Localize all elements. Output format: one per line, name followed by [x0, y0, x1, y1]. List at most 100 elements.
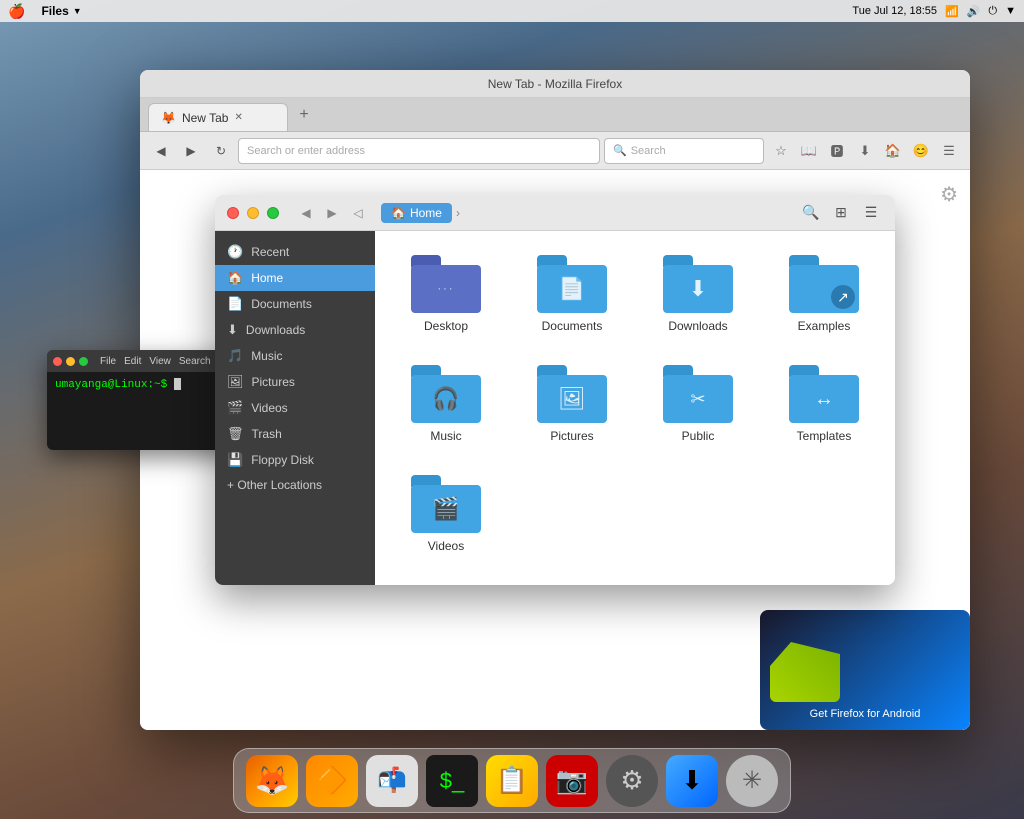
sidebar-item-documents[interactable]: 📄 Documents: [215, 291, 375, 317]
browser-tab-bar: 🦊 New Tab ✕ +: [140, 98, 970, 132]
browser-toolbar-icons: ☆ 📖 🅿 ⬇ 🏠 😊 ☰: [768, 138, 962, 164]
folder-item-templates[interactable]: ↔ Templates: [769, 357, 879, 451]
term-menu-search[interactable]: Search: [179, 356, 211, 367]
search-bar[interactable]: 🔍 Search: [604, 138, 764, 164]
firefox-android-banner[interactable]: Get Firefox for Android: [760, 610, 970, 730]
folder-item-desktop[interactable]: ··· Desktop: [391, 247, 501, 341]
browser-toolbar: ◀ ▶ ↻ Search or enter address 🔍 Search ☆…: [140, 132, 970, 170]
folder-item-music[interactable]: 🎧 Music: [391, 357, 501, 451]
power-icon[interactable]: ⏻: [988, 5, 997, 18]
public-icon-symbol: ✂: [690, 389, 705, 410]
pictures-sidebar-icon: 🖼: [227, 374, 244, 390]
fm-breadcrumb-arrow: ›: [456, 206, 460, 220]
downloads-folder-label: Downloads: [668, 319, 727, 333]
folder-item-downloads[interactable]: ⬇ Downloads: [643, 247, 753, 341]
terminal-cursor: [174, 378, 181, 390]
folder-item-public[interactable]: ✂ Public: [643, 357, 753, 451]
menu-icon[interactable]: ☰: [936, 138, 962, 164]
desktop-icon-symbol: ···: [438, 283, 455, 295]
floppy-sidebar-icon: 💾: [227, 452, 243, 468]
sidebar-item-trash[interactable]: 🗑 Trash: [215, 421, 375, 447]
term-menu-file[interactable]: File: [100, 356, 116, 367]
tab-close-button[interactable]: ✕: [234, 112, 242, 123]
term-menu-edit[interactable]: Edit: [124, 356, 141, 367]
dock-terminal[interactable]: $_: [426, 755, 478, 807]
new-tab-button[interactable]: +: [292, 103, 316, 127]
volume-icon[interactable]: 🔊: [967, 5, 981, 18]
sidebar-item-floppy[interactable]: 💾 Floppy Disk: [215, 447, 375, 473]
documents-icon-symbol: 📄: [558, 276, 585, 302]
dock-notes[interactable]: 📋: [486, 755, 538, 807]
home-icon[interactable]: 🏠: [880, 138, 906, 164]
apple-menu-icon[interactable]: 🍎: [8, 3, 25, 20]
sidebar-item-recent[interactable]: 🕐 Recent: [215, 239, 375, 265]
maximize-button[interactable]: [267, 207, 279, 219]
templates-folder-icon: ↔: [789, 365, 859, 423]
folder-item-pictures[interactable]: 🖼 Pictures: [517, 357, 627, 451]
dock-system[interactable]: ✳: [726, 755, 778, 807]
vlc-dock-icon: 🔶: [316, 765, 348, 796]
dock-appstore[interactable]: ⬇: [666, 755, 718, 807]
browser-tab-new-tab[interactable]: 🦊 New Tab ✕: [148, 103, 288, 131]
documents-folder-label: Documents: [542, 319, 603, 333]
files-dock-icon: 📬: [377, 766, 407, 795]
address-placeholder: Search or enter address: [247, 145, 365, 157]
templates-folder-label: Templates: [797, 429, 852, 443]
reader-icon[interactable]: 📖: [796, 138, 822, 164]
folder-item-examples[interactable]: ↗ Examples: [769, 247, 879, 341]
dock-settings[interactable]: ⚙: [606, 755, 658, 807]
back-button[interactable]: ◀: [148, 138, 174, 164]
firefox-android-label: Get Firefox for Android: [810, 708, 921, 720]
sidebar-item-downloads[interactable]: ⬇ Downloads: [215, 317, 375, 343]
minimize-button[interactable]: [247, 207, 259, 219]
videos-icon-symbol: 🎬: [432, 496, 459, 522]
dock-files[interactable]: 📬: [366, 755, 418, 807]
dock-firefox[interactable]: 🦊: [246, 755, 298, 807]
desktop-folder-icon: ···: [411, 255, 481, 313]
fm-bookmark-back[interactable]: ◁: [347, 202, 369, 224]
fm-nav-buttons: ◀ ▶ ◁: [295, 202, 369, 224]
dock-screenshot[interactable]: 📷: [546, 755, 598, 807]
recent-icon: 🕐: [227, 244, 243, 260]
dock-vlc[interactable]: 🔶: [306, 755, 358, 807]
pocket-icon[interactable]: 🅿: [824, 138, 850, 164]
fm-home-button[interactable]: 🏠 Home: [381, 203, 452, 223]
fm-sidebar: 🕐 Recent 🏠 Home 📄 Documents ⬇ Downloads …: [215, 231, 375, 585]
appstore-dock-icon: ⬇: [681, 765, 703, 796]
browser-settings-icon[interactable]: ⚙: [940, 182, 958, 207]
reload-button[interactable]: ↻: [208, 138, 234, 164]
music-folder-icon: 🎧: [411, 365, 481, 423]
download-icon[interactable]: ⬇: [852, 138, 878, 164]
fm-search-icon[interactable]: 🔍: [799, 201, 823, 225]
terminal-dock-icon: $_: [440, 768, 464, 794]
desktop-folder-label: Desktop: [424, 319, 468, 333]
term-minimize-button[interactable]: [66, 357, 75, 366]
bookmark-icon[interactable]: ☆: [768, 138, 794, 164]
term-close-button[interactable]: [53, 357, 62, 366]
term-menu-view[interactable]: View: [149, 356, 171, 367]
app-name[interactable]: Files ▼: [41, 4, 81, 18]
fm-view-toggle-icon[interactable]: ⊞: [829, 201, 853, 225]
sidebar-item-home[interactable]: 🏠 Home: [215, 265, 375, 291]
forward-button[interactable]: ▶: [178, 138, 204, 164]
fm-toolbar-right: 🔍 ⊞ ☰: [799, 201, 883, 225]
address-bar[interactable]: Search or enter address: [238, 138, 600, 164]
term-maximize-button[interactable]: [79, 357, 88, 366]
sidebar-item-music[interactable]: 🎵 Music: [215, 343, 375, 369]
public-folder-icon: ✂: [663, 365, 733, 423]
fm-forward-button[interactable]: ▶: [321, 202, 343, 224]
close-button[interactable]: [227, 207, 239, 219]
emoji-icon[interactable]: 😊: [908, 138, 934, 164]
sidebar-item-pictures[interactable]: 🖼 Pictures: [215, 369, 375, 395]
sidebar-item-videos[interactable]: 🎬 Videos: [215, 395, 375, 421]
fm-breadcrumb: 🏠 Home ›: [381, 203, 460, 223]
fm-menu-icon[interactable]: ☰: [859, 201, 883, 225]
folder-item-videos[interactable]: 🎬 Videos: [391, 467, 501, 561]
notes-dock-icon: 📋: [496, 765, 528, 796]
home-icon: 🏠: [391, 206, 406, 220]
browser-title: New Tab - Mozilla Firefox: [488, 77, 622, 91]
downloads-sidebar-icon: ⬇: [227, 322, 238, 338]
folder-item-documents[interactable]: 📄 Documents: [517, 247, 627, 341]
fm-back-button[interactable]: ◀: [295, 202, 317, 224]
sidebar-item-other-locations[interactable]: + Other Locations: [215, 473, 375, 497]
